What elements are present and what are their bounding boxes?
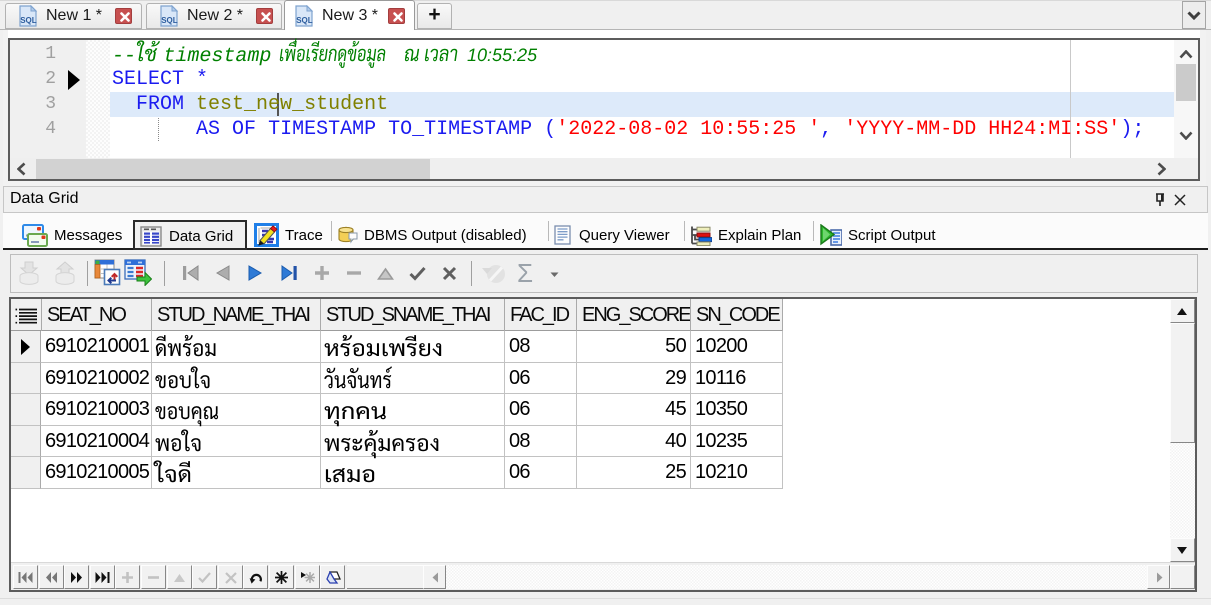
svg-text:SQL: SQL [161, 16, 178, 25]
svg-text:SQL: SQL [296, 16, 313, 25]
svg-text:SQL: SQL [20, 16, 37, 25]
